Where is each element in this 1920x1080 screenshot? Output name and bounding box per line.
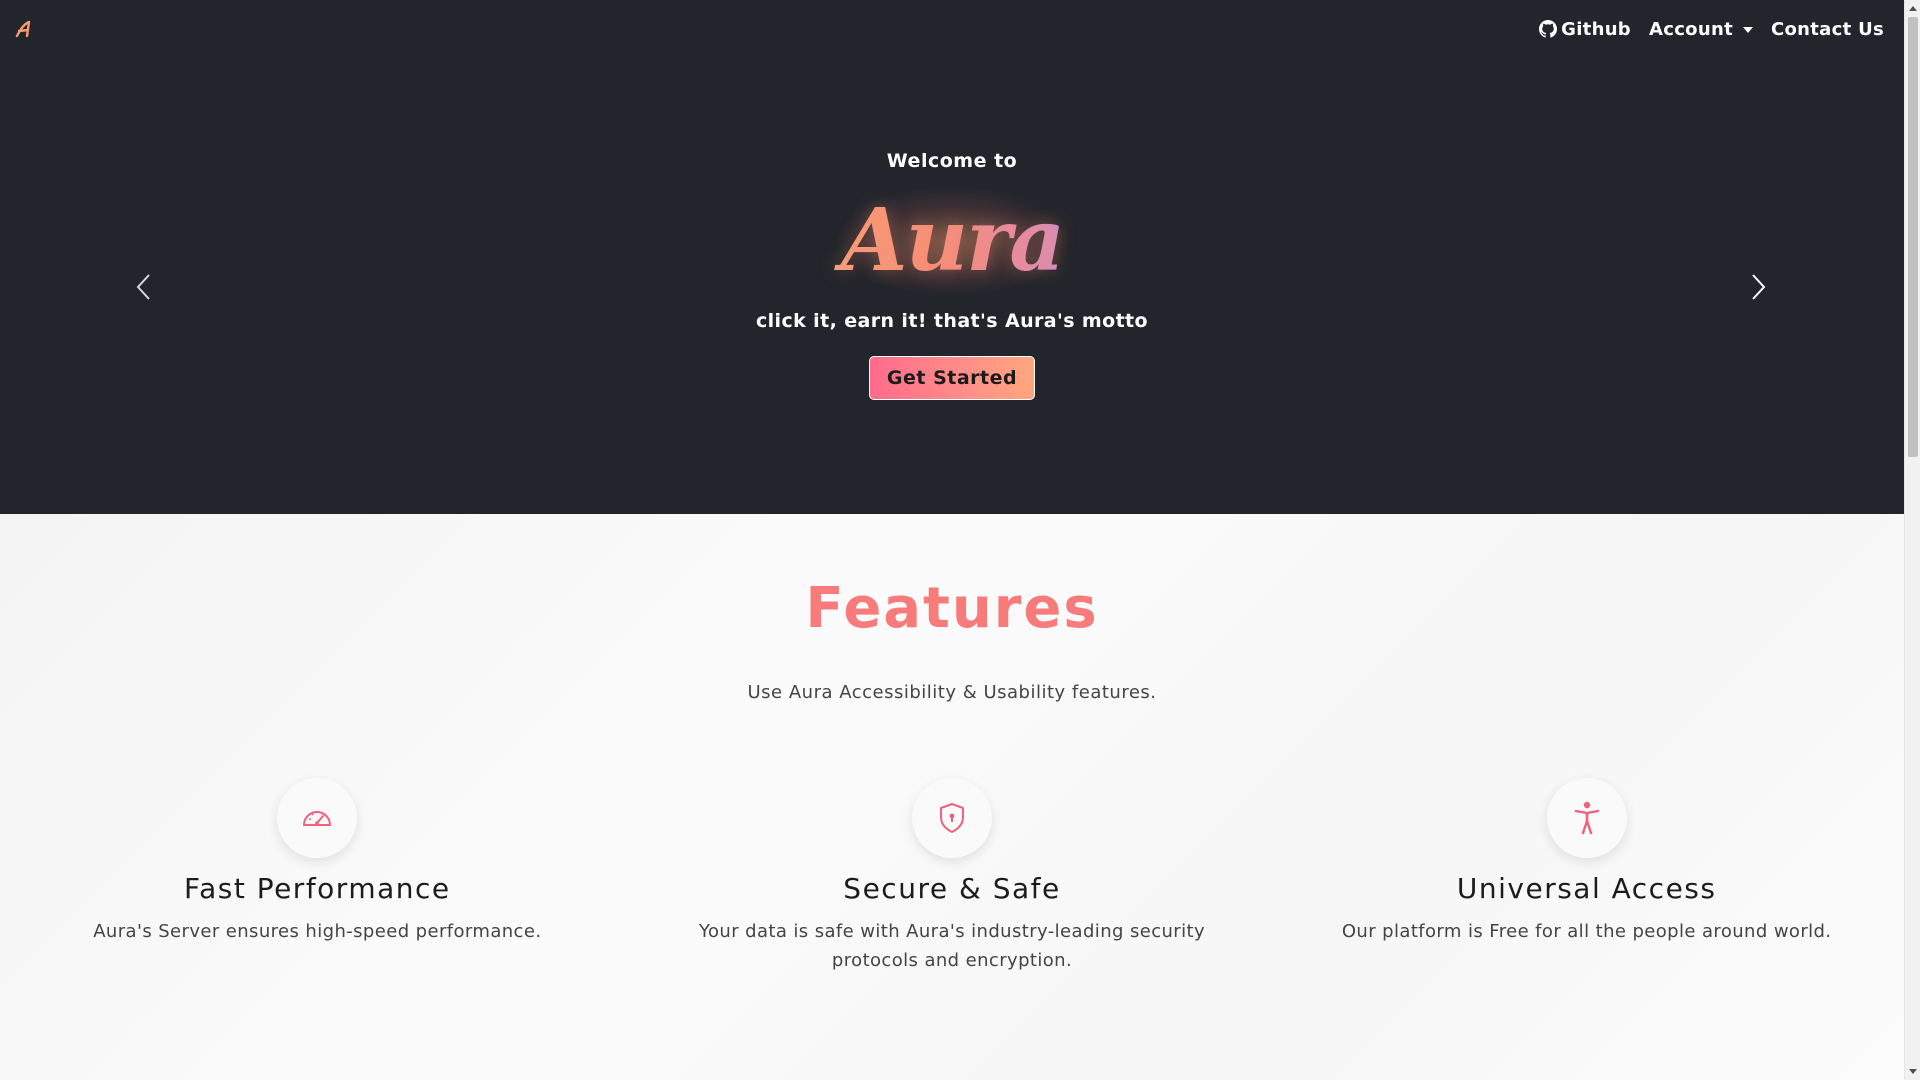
nav-account-dropdown[interactable]: Account xyxy=(1649,19,1753,40)
caret-down-icon xyxy=(1742,27,1753,33)
feature-card-performance: Fast Performance Aura's Server ensures h… xyxy=(0,778,635,975)
nav-links: Github Account Contact Us xyxy=(1539,19,1884,40)
chevron-right-icon xyxy=(1752,274,1766,300)
feature-description: Our platform is Free for all the people … xyxy=(1341,921,1832,942)
feature-title: Secure & Safe xyxy=(843,872,1061,905)
hero-carousel: Welcome to Aura click it, earn it! that'… xyxy=(0,0,1904,514)
get-started-button[interactable]: Get Started xyxy=(868,356,1036,400)
feature-description: Your data is safe with Aura's industry-l… xyxy=(698,921,1206,971)
shield-lock-icon xyxy=(940,803,964,833)
universal-access-icon xyxy=(1574,801,1599,835)
page-scrollbar[interactable] xyxy=(1904,0,1920,1080)
github-icon xyxy=(1539,20,1558,38)
triangle-down-icon xyxy=(1909,1069,1917,1074)
nav-github-label: Github xyxy=(1561,18,1631,40)
scroll-up-arrow[interactable] xyxy=(1905,0,1920,16)
nav-account-label: Account xyxy=(1649,18,1733,40)
feature-title: Fast Performance xyxy=(184,872,451,905)
aura-logo: Aura xyxy=(822,186,1082,296)
hero-welcome: Welcome to xyxy=(886,150,1018,172)
feature-card-access: Universal Access Our platform is Free fo… xyxy=(1269,778,1904,975)
feature-cards: Fast Performance Aura's Server ensures h… xyxy=(0,778,1904,975)
triangle-up-icon xyxy=(1909,6,1917,11)
brand-logo[interactable] xyxy=(12,17,36,41)
feature-card-security: Secure & Safe Your data is safe with Aur… xyxy=(635,778,1270,975)
feature-icon-wrap xyxy=(1546,778,1627,858)
features-section: Features Use Aura Accessibility & Usabil… xyxy=(0,514,1904,1080)
features-title: Features xyxy=(805,576,1099,641)
feature-title: Universal Access xyxy=(1456,872,1717,905)
hero-motto: click it, earn it! that's Aura's motto xyxy=(755,310,1148,332)
scroll-thumb[interactable] xyxy=(1908,17,1918,457)
feature-icon-wrap xyxy=(277,778,358,858)
page: Welcome to Aura click it, earn it! that'… xyxy=(0,0,1920,1080)
top-navbar: Github Account Contact Us xyxy=(0,0,1904,58)
features-subtitle: Use Aura Accessibility & Usability featu… xyxy=(747,682,1157,703)
nav-contact[interactable]: Contact Us xyxy=(1771,19,1884,40)
aura-logo-text: Aura xyxy=(822,186,1082,296)
nav-github[interactable]: Github xyxy=(1539,19,1631,40)
carousel-next-button[interactable] xyxy=(1744,272,1774,302)
feature-description: Aura's Server ensures high-speed perform… xyxy=(93,921,542,942)
scroll-down-arrow[interactable] xyxy=(1905,1064,1920,1080)
feature-icon-wrap xyxy=(912,778,992,858)
aura-logo-icon xyxy=(15,20,31,38)
nav-contact-label: Contact Us xyxy=(1770,18,1884,40)
hero-content: Welcome to Aura click it, earn it! that'… xyxy=(0,150,1904,400)
speedometer-icon xyxy=(303,811,332,826)
